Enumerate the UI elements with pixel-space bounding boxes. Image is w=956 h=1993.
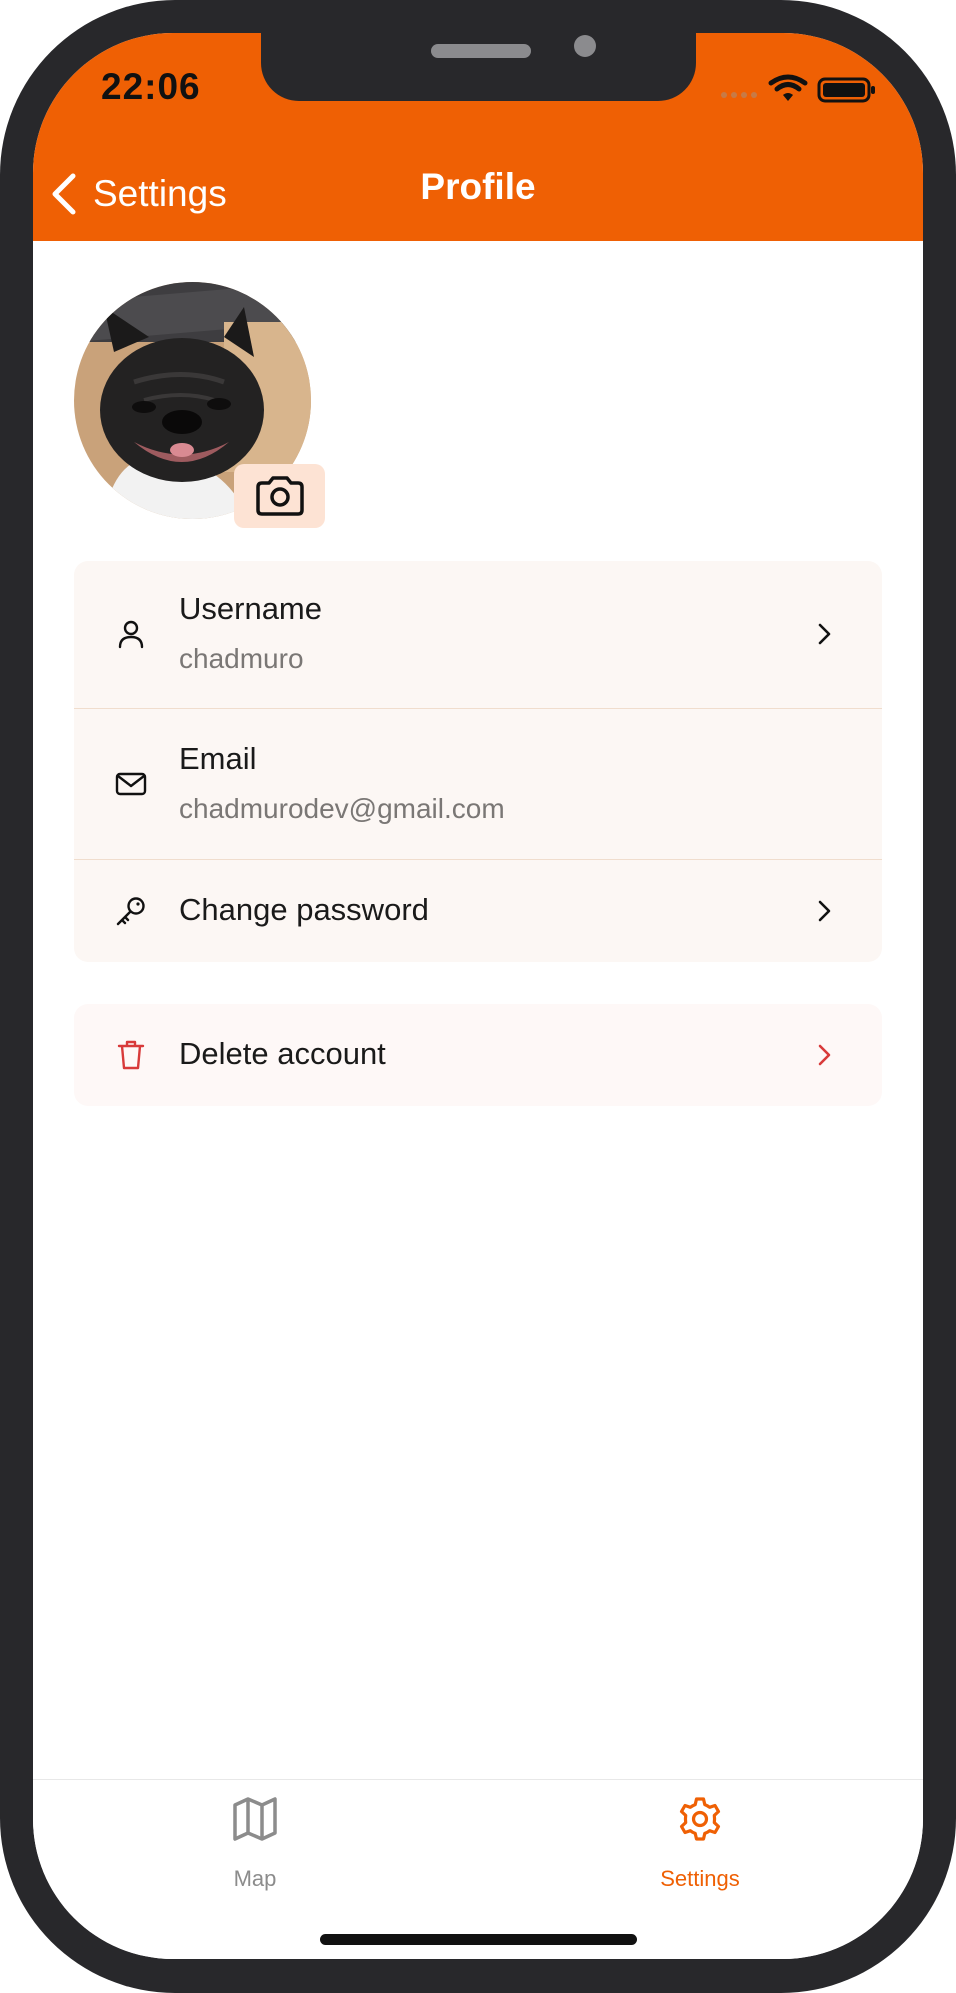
status-time: 22:06	[101, 66, 201, 107]
delete-account-label: Delete account	[179, 1036, 386, 1071]
nav-header: 22:06 Settings Profile	[33, 33, 923, 241]
trash-icon	[114, 1038, 148, 1072]
phone-frame: 22:06 Settings Profile Username chadmuro…	[0, 0, 956, 1993]
username-value: chadmuro	[179, 643, 304, 674]
change-photo-button[interactable]	[234, 464, 325, 528]
front-camera	[574, 35, 596, 57]
speaker-grille	[431, 44, 531, 58]
change-password-label: Change password	[179, 892, 429, 927]
page-title: Profile	[420, 166, 536, 207]
tab-map-label: Map	[233, 1866, 277, 1891]
username-row[interactable]: Username chadmuro	[74, 561, 882, 708]
email-value: chadmurodev@gmail.com	[179, 793, 505, 824]
delete-account-row[interactable]: Delete account	[74, 1004, 882, 1106]
username-label: Username	[179, 591, 322, 626]
tab-settings[interactable]: Settings	[600, 1780, 800, 1910]
home-indicator	[320, 1934, 637, 1945]
status-icons	[719, 73, 879, 109]
camera-icon	[255, 476, 304, 516]
map-icon	[233, 1797, 277, 1841]
key-icon	[114, 894, 148, 928]
wifi-icon	[768, 74, 808, 101]
device-notch	[261, 33, 696, 101]
app-screen: 22:06 Settings Profile Username chadmuro…	[33, 33, 923, 1959]
tab-bar: Map Settings	[33, 1779, 923, 1959]
user-icon	[114, 617, 148, 651]
change-password-row[interactable]: Change password	[74, 860, 882, 962]
signal-dots-icon	[721, 74, 875, 103]
battery-icon	[817, 77, 875, 103]
danger-zone-card: Delete account	[74, 1004, 882, 1106]
email-row: Email chadmurodev@gmail.com	[74, 709, 882, 859]
mail-icon	[114, 767, 148, 801]
chevron-right-icon	[818, 900, 831, 922]
gear-icon	[679, 1797, 721, 1841]
chevron-right-icon	[818, 623, 831, 645]
account-info-card: Username chadmuro Email chadmurodev@gmai…	[74, 561, 882, 962]
email-label: Email	[179, 741, 257, 776]
tab-settings-label: Settings	[660, 1866, 740, 1891]
chevron-right-icon	[818, 1044, 831, 1066]
tab-map[interactable]: Map	[155, 1780, 355, 1910]
